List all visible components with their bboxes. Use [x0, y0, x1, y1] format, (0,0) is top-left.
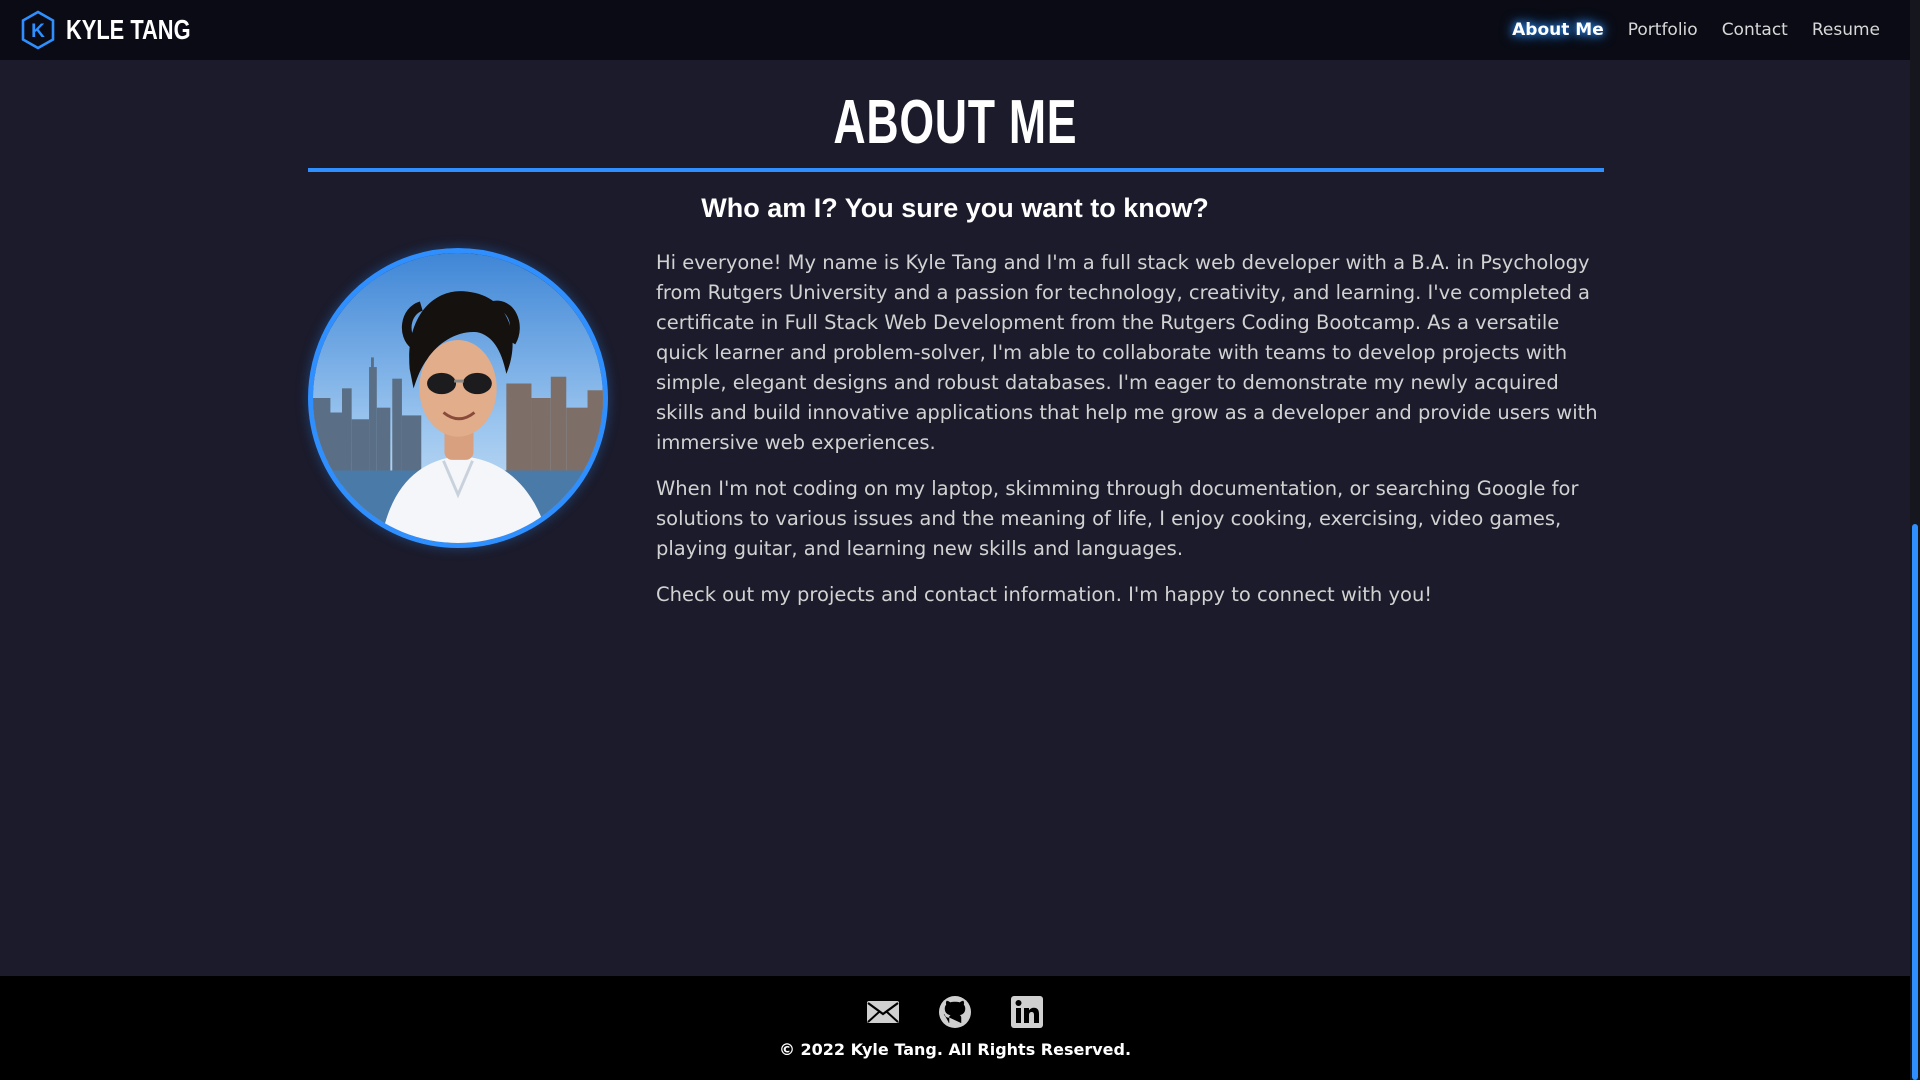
- nav-link-about-me[interactable]: About Me: [1512, 20, 1604, 40]
- github-link[interactable]: [937, 994, 973, 1030]
- nav-link-contact[interactable]: Contact: [1722, 20, 1788, 40]
- social-links: [0, 994, 1910, 1030]
- brand-logo-letter: K: [31, 21, 45, 42]
- nav-link-portfolio[interactable]: Portfolio: [1628, 20, 1698, 40]
- linkedin-icon: [1011, 996, 1043, 1028]
- nav-link-resume[interactable]: Resume: [1812, 20, 1880, 40]
- footer: © 2022 Kyle Tang. All Rights Reserved.: [0, 976, 1910, 1080]
- bio-paragraph-closing: Check out my projects and contact inform…: [656, 583, 1433, 606]
- page-title: ABOUT ME: [0, 88, 1910, 158]
- page-title-text: ABOUT ME: [833, 88, 1077, 157]
- email-link[interactable]: [865, 994, 901, 1030]
- nav-links: About Me Portfolio Contact Resume: [1512, 20, 1880, 40]
- email-icon: [867, 1001, 899, 1023]
- profile-photo-image: [313, 253, 603, 543]
- copyright-text: © 2022 Kyle Tang. All Rights Reserved.: [778, 1040, 1132, 1059]
- bio-text: Hi everyone! My name is Kyle Tang and I'…: [656, 248, 1606, 626]
- brand-link[interactable]: K KYLE TANG: [20, 10, 226, 50]
- about-section: ABOUT ME Who am I? You sure you want to …: [0, 60, 1910, 976]
- bio-paragraph-hobbies: When I'm not coding on my laptop, skimmi…: [656, 477, 1579, 560]
- brand-logo-icon: K: [21, 10, 55, 50]
- linkedin-link[interactable]: [1009, 994, 1045, 1030]
- bio-paragraph-intro: Hi everyone! My name is Kyle Tang and I'…: [656, 251, 1598, 454]
- title-divider: [308, 168, 1604, 172]
- section-subtitle: Who am I? You sure you want to know?: [701, 193, 1209, 223]
- navbar: K KYLE TANG About Me Portfolio Contact R…: [0, 0, 1910, 60]
- profile-photo: [308, 248, 608, 548]
- github-icon: [939, 996, 971, 1028]
- scrollbar-thumb[interactable]: [1912, 524, 1918, 1080]
- brand-name: KYLE TANG: [66, 14, 191, 45]
